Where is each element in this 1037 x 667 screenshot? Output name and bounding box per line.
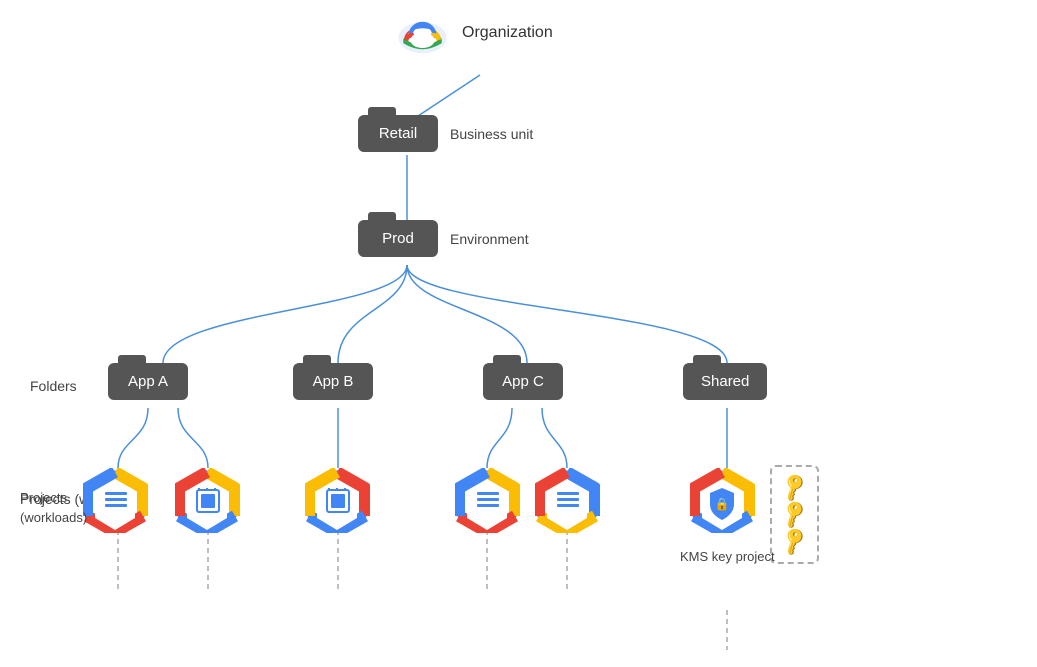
gcp-project-icon (83, 468, 148, 533)
appC-node: App C (483, 363, 563, 400)
appA-project2 (175, 468, 240, 538)
appC-project1 (455, 468, 520, 538)
appB-node: App B (293, 363, 373, 400)
key-yellow: 🔑 (777, 524, 811, 558)
kms-keys-box: 🔑 🔑 🔑 (770, 465, 819, 564)
gcp-project-icon-c1 (455, 468, 520, 533)
gcp-project-icon-c2 (535, 468, 600, 533)
appC-folder: App C (483, 363, 563, 400)
google-cloud-icon (395, 10, 450, 55)
org-label: Organization (462, 24, 553, 42)
shared-folder: Shared (683, 363, 767, 400)
gcp-project-icon-b (305, 468, 370, 533)
appA-project1 (83, 468, 148, 538)
business-unit-label: Business unit (450, 126, 533, 142)
prod-node: Prod Environment (358, 220, 438, 257)
org-node: Organization (395, 10, 553, 55)
appA-folder: App A (108, 363, 188, 400)
connector-lines (0, 0, 1037, 667)
kms-keys-list: 🔑 🔑 🔑 (782, 475, 807, 554)
shared-node: Shared (683, 363, 767, 400)
retail-node: Retail Business unit (358, 115, 438, 152)
appB-project1 (305, 468, 370, 538)
appA-node: App A (108, 363, 188, 400)
appC-project2 (535, 468, 600, 538)
prod-folder: Prod (358, 220, 438, 257)
appB-folder: App B (293, 363, 373, 400)
gcp-project-icon-chip (175, 468, 240, 533)
environment-label: Environment (450, 231, 529, 247)
resource-hierarchy-diagram: Organization Retail Business unit Prod E… (0, 0, 1037, 667)
projects-workloads-label: Projects (workloads) (20, 488, 87, 527)
kms-project-icon: 🔒 (690, 468, 755, 533)
retail-folder: Retail (358, 115, 438, 152)
kms-label: KMS key project (680, 548, 775, 566)
kms-shield-icon: 🔒 (690, 468, 755, 538)
svg-text:🔒: 🔒 (715, 497, 730, 511)
folders-label: Folders (30, 378, 77, 394)
